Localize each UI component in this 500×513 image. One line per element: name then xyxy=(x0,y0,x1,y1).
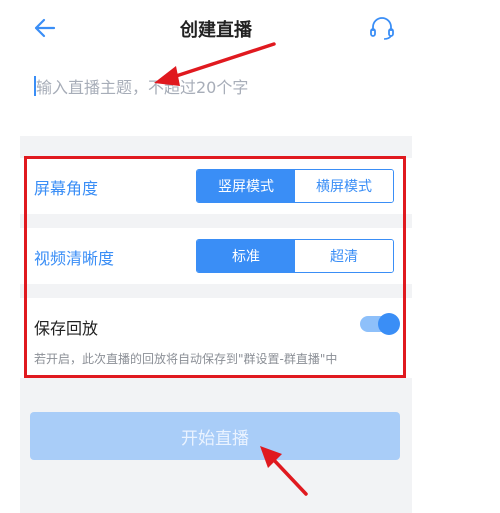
page-title: 创建直播 xyxy=(180,20,252,41)
screen-angle-label: 屏幕角度 xyxy=(34,179,99,198)
save-replay-hint: 若开启，此次直播的回放将自动保存到"群设置-群直播"中 xyxy=(34,352,338,366)
topic-input[interactable] xyxy=(34,72,398,102)
create-live-screen: 创建直播 屏幕角度 竖屏模式 横屏模式 视频清晰度 标准 xyxy=(20,0,412,513)
standard-quality-option[interactable]: 标准 xyxy=(197,240,295,272)
save-replay-toggle[interactable] xyxy=(360,313,400,335)
portrait-mode-option[interactable]: 竖屏模式 xyxy=(197,170,295,202)
video-quality-row: 视频清晰度 标准 超清 xyxy=(20,228,412,284)
landscape-mode-option[interactable]: 横屏模式 xyxy=(295,170,393,202)
text-caret xyxy=(34,76,36,96)
headset-icon xyxy=(370,17,394,40)
start-live-button[interactable]: 开始直播 xyxy=(30,412,400,460)
topic-section xyxy=(20,56,412,136)
screen-angle-selector: 竖屏模式 横屏模式 xyxy=(196,169,394,203)
toggle-knob xyxy=(378,313,400,335)
customer-service-button[interactable] xyxy=(366,12,398,44)
settings-panel: 屏幕角度 竖屏模式 横屏模式 视频清晰度 标准 超清 保存回放 若开启，此次直播… xyxy=(20,158,412,388)
header: 创建直播 xyxy=(20,0,412,56)
video-quality-selector: 标准 超清 xyxy=(196,239,394,273)
video-quality-label: 视频清晰度 xyxy=(34,249,115,268)
save-replay-label: 保存回放 xyxy=(34,319,99,338)
hd-quality-option[interactable]: 超清 xyxy=(295,240,393,272)
save-replay-row: 保存回放 若开启，此次直播的回放将自动保存到"群设置-群直播"中 xyxy=(20,298,412,378)
screen-angle-row: 屏幕角度 竖屏模式 横屏模式 xyxy=(20,158,412,214)
